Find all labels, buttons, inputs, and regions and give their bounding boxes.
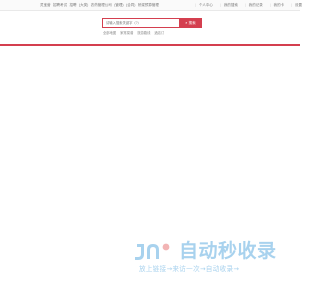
hot-word-link[interactable]: 酒店订 xyxy=(154,31,164,35)
topbar-user-center-link[interactable]: 个人中心 xyxy=(195,0,213,10)
topbar-right-links: 个人中心 我的搜索 我的记录 我的卡 设置 xyxy=(195,0,308,10)
hot-word-link[interactable]: 家常菜谱 xyxy=(120,31,133,35)
topbar-left-links: 灵宝营 招聘考试 招聘 (大类) 农药管理公司 (管理) (合同) 桥梁预算管理 xyxy=(40,0,160,10)
search-icon: ⌕ xyxy=(185,20,187,25)
topbar-link[interactable]: (大类) xyxy=(79,3,88,7)
logo-text: 自动秒收录 xyxy=(179,238,277,264)
header-divider xyxy=(0,44,300,46)
topbar-link[interactable]: 招聘考试 xyxy=(53,3,67,7)
topbar-link[interactable]: 灵宝营 xyxy=(40,3,51,7)
topbar-my-search-link[interactable]: 我的搜索 xyxy=(220,0,238,10)
search-bar: ⌕搜索 xyxy=(102,18,202,28)
topbar-link[interactable]: (管理) xyxy=(114,3,123,7)
search-button[interactable]: ⌕搜索 xyxy=(179,18,202,28)
topbar-my-records-link[interactable]: 我的记录 xyxy=(245,0,263,10)
hot-word-link[interactable]: 旅游路线 xyxy=(137,31,150,35)
hot-search-words: 全部地图 家常菜谱 旅游路线 酒店订 xyxy=(103,30,167,35)
logo-slogan: 放上链接→来访一次→自动收录→ xyxy=(139,263,239,273)
search-input[interactable] xyxy=(102,18,179,28)
search-button-label: 搜索 xyxy=(189,21,196,25)
logo-mark-icon xyxy=(133,239,177,263)
hot-word-link[interactable]: 全部地图 xyxy=(103,31,116,35)
topbar-settings-link[interactable]: 设置 xyxy=(291,0,302,10)
auto-index-logo[interactable]: 自动秒收录 放上链接→来访一次→自动收录→ xyxy=(133,238,283,278)
topbar-my-card-link[interactable]: 我的卡 xyxy=(270,0,284,10)
topbar-link[interactable]: 桥梁预算管理 xyxy=(138,3,159,7)
topbar-link[interactable]: 农药管理公司 xyxy=(91,3,112,7)
top-navigation-bar: 灵宝营 招聘考试 招聘 (大类) 农药管理公司 (管理) (合同) 桥梁预算管理… xyxy=(0,0,300,11)
topbar-link[interactable]: 招聘 xyxy=(69,3,76,7)
topbar-link[interactable]: (合同) xyxy=(126,3,135,7)
